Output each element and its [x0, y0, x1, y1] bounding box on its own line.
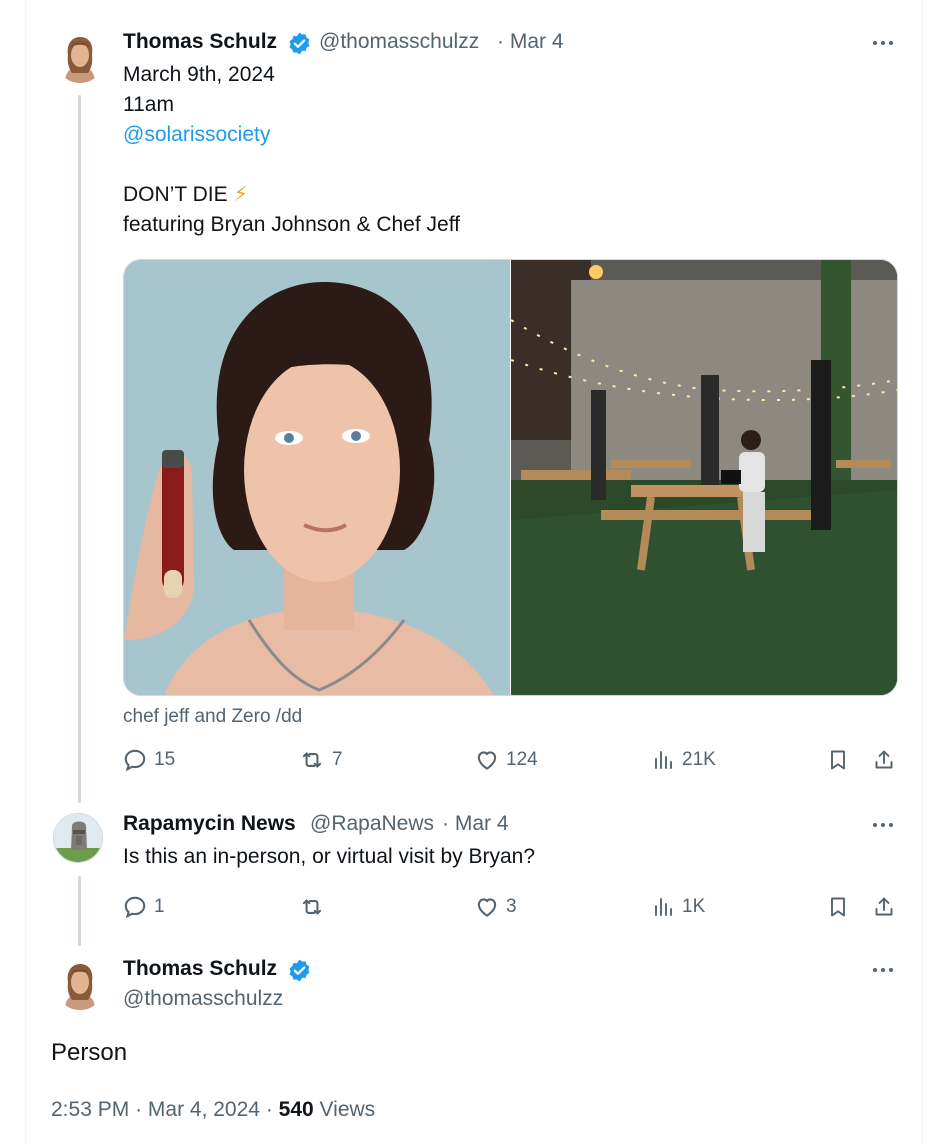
- reply-count: 1: [154, 896, 165, 917]
- repost-button[interactable]: [298, 894, 332, 920]
- reply-button[interactable]: 1: [122, 894, 165, 920]
- tweet-text: Is this an in-person, or virtual visit b…: [123, 845, 536, 868]
- author-name[interactable]: Thomas Schulz: [123, 30, 277, 54]
- bookmark-icon: [831, 750, 845, 770]
- avatar[interactable]: [53, 813, 103, 863]
- analytics-icon: [655, 898, 672, 916]
- tweet-text-line: featuring Bryan Johnson & Chef Jeff: [123, 213, 460, 236]
- media-caption: chef jeff and Zero /dd: [123, 706, 303, 727]
- tweet-time[interactable]: 2:53 PM: [51, 1098, 129, 1121]
- column-border-left: [25, 0, 26, 1144]
- avatar[interactable]: [55, 33, 105, 83]
- thread-connector-line: [78, 876, 81, 946]
- verified-badge-icon: [287, 31, 312, 61]
- like-button[interactable]: 3: [474, 894, 517, 920]
- repost-icon: [302, 752, 322, 768]
- media-image-patio[interactable]: [510, 260, 897, 695]
- tweet-text-line: 11am: [123, 93, 174, 116]
- views-count: 21K: [682, 749, 716, 770]
- share-icon: [875, 897, 893, 916]
- repost-icon: [302, 899, 322, 915]
- column-border-right: [922, 0, 923, 1144]
- mention-link[interactable]: @solarissociety: [123, 120, 270, 150]
- tweet-metadata: 2:53 PM · Mar 4, 2024 · 540 Views: [51, 1098, 375, 1122]
- author-handle[interactable]: @RapaNews: [310, 812, 434, 836]
- share-button[interactable]: [872, 747, 896, 773]
- verified-badge-icon: [287, 958, 312, 988]
- thread-connector-line: [78, 95, 81, 803]
- tweet-text-line: DON’T DIE ⚡: [123, 180, 248, 210]
- repost-button[interactable]: 7: [298, 747, 343, 773]
- tweet-media-grid: [123, 259, 898, 696]
- tweet-text: Person: [51, 1039, 128, 1066]
- analytics-icon: [655, 751, 672, 769]
- views-label: Views: [319, 1098, 376, 1121]
- author-name[interactable]: Thomas Schulz: [123, 957, 277, 981]
- like-count: 124: [506, 749, 538, 770]
- repost-count: 7: [332, 749, 343, 770]
- reply-count: 15: [154, 749, 176, 770]
- more-options-icon[interactable]: [873, 41, 893, 45]
- bookmark-icon: [831, 897, 845, 917]
- tweet-thread: Thomas Schulz @thomasschulzz · Mar 4 Mar…: [0, 0, 948, 1144]
- author-name[interactable]: Rapamycin News: [123, 812, 296, 836]
- lightning-emoji: ⚡: [233, 183, 249, 206]
- views-button[interactable]: 21K: [652, 747, 716, 773]
- media-image-portrait[interactable]: [124, 260, 510, 695]
- like-button[interactable]: 124: [474, 747, 538, 773]
- tweet-date[interactable]: · Mar 4: [442, 812, 509, 836]
- share-icon: [875, 750, 893, 769]
- tweet-full-date[interactable]: Mar 4, 2024: [148, 1098, 260, 1121]
- more-options-icon[interactable]: [873, 823, 893, 827]
- tweet-date[interactable]: · Mar 4: [497, 30, 564, 54]
- author-handle[interactable]: @thomasschulzz: [123, 987, 283, 1011]
- tweet-text-line: March 9th, 2024: [123, 63, 275, 86]
- reply-button[interactable]: 15: [122, 747, 175, 773]
- author-handle[interactable]: @thomasschulzz: [319, 30, 479, 54]
- headline-text: DON’T DIE: [123, 183, 228, 206]
- reply-icon: [124, 896, 146, 919]
- heart-icon: [477, 898, 497, 917]
- heart-icon: [477, 751, 497, 770]
- bookmark-button[interactable]: [826, 747, 850, 773]
- separator-dot: ·: [135, 1098, 148, 1121]
- separator-dot: ·: [265, 1098, 279, 1121]
- avatar[interactable]: [55, 960, 105, 1010]
- views-count: 1K: [682, 896, 706, 917]
- like-count: 3: [506, 896, 517, 917]
- bookmark-button[interactable]: [826, 894, 850, 920]
- more-options-icon[interactable]: [873, 968, 893, 972]
- share-button[interactable]: [872, 894, 896, 920]
- views-button[interactable]: 1K: [652, 894, 705, 920]
- reply-icon: [124, 749, 146, 772]
- views-number: 540: [278, 1098, 314, 1121]
